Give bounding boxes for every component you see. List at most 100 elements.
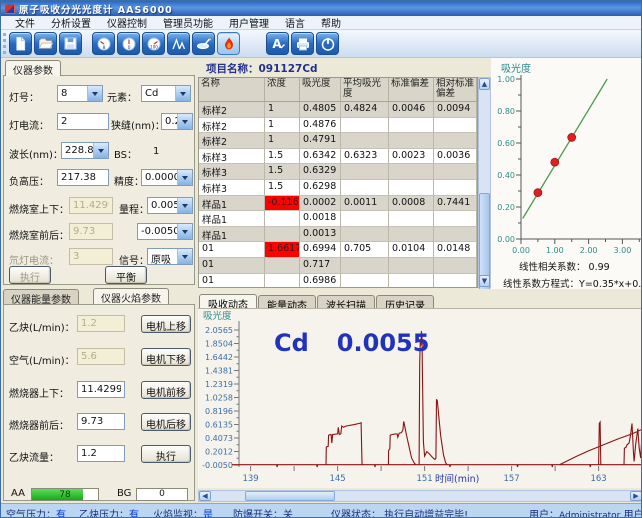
burner-adjust-button[interactable] xyxy=(192,32,215,55)
corr-coef-line: 线性相关系数： 0.99 xyxy=(519,259,610,273)
table-row[interactable]: 011.66170.69940.7050.01040.0148 xyxy=(199,242,477,258)
range2-select[interactable]: -0.0050 xyxy=(137,223,193,240)
chevron-down-icon[interactable] xyxy=(177,249,192,264)
col-std-dev[interactable]: 标准偏差 xyxy=(389,78,434,101)
flame-row-button[interactable]: 电机前移 xyxy=(141,381,191,399)
dynamics-scroll-thumb[interactable] xyxy=(245,491,335,501)
menu-file[interactable]: 文件 xyxy=(7,15,43,30)
lamp-no-select[interactable]: 8 xyxy=(57,85,103,102)
lamp-gauge-icon: 8 xyxy=(96,36,112,52)
flame-row-button[interactable]: 电机上移 xyxy=(141,315,191,333)
svg-text:0.8196: 0.8196 xyxy=(205,407,233,416)
save-button[interactable] xyxy=(59,32,82,55)
table-row[interactable]: 标样210.4791 xyxy=(199,133,477,149)
power-button[interactable] xyxy=(316,32,339,55)
table-row[interactable]: 样品1-0.11640.00020.00110.00080.7441 xyxy=(199,196,477,212)
range-select[interactable]: 0.0050 xyxy=(147,197,193,214)
printer-button[interactable] xyxy=(291,32,314,55)
svg-text:2.00: 2.00 xyxy=(580,246,598,255)
chevron-down-icon[interactable] xyxy=(177,224,192,239)
balance-button[interactable]: 平衡 xyxy=(105,266,147,284)
table-row[interactable]: 样品10.0018 xyxy=(199,211,477,227)
chevron-down-icon[interactable] xyxy=(177,198,192,213)
chevron-down-icon[interactable] xyxy=(93,143,108,158)
menu-instrument-control[interactable]: 仪器控制 xyxy=(99,15,155,30)
tab-instrument-params[interactable]: 仪器参数 xyxy=(5,60,61,76)
table-cell: 0.717 xyxy=(300,258,341,274)
peak-scan-button[interactable] xyxy=(167,32,190,55)
svg-text:0.00: 0.00 xyxy=(512,246,530,255)
signal-select[interactable]: 原吸 xyxy=(147,248,193,265)
flame-row-button[interactable]: 执行 xyxy=(141,445,191,463)
hv-input[interactable] xyxy=(57,169,109,186)
status-user: 用户：Administrator 用户类型：Administrator xyxy=(529,506,642,518)
table-row[interactable]: 010.717 xyxy=(199,258,477,274)
col-absorbance[interactable]: 吸光度 xyxy=(300,78,341,101)
element-select[interactable]: Cd xyxy=(141,85,191,102)
table-row[interactable]: 标样31.50.6329 xyxy=(199,164,477,180)
chevron-down-icon[interactable] xyxy=(87,86,102,101)
table-cell xyxy=(265,258,300,274)
precision-select[interactable]: 0.0000 xyxy=(141,169,193,186)
wavelength-select[interactable]: 228.8 xyxy=(61,142,109,159)
table-cell: 1.5 xyxy=(265,180,300,196)
table-row[interactable]: 标样31.50.6298 xyxy=(199,180,477,196)
table-cell: 0.6329 xyxy=(300,164,341,180)
menu-user-management[interactable]: 用户管理 xyxy=(221,15,277,30)
col-rel-std-dev[interactable]: 相对标准偏差 xyxy=(434,78,477,101)
table-row[interactable]: 标样31.50.63420.63230.00230.0036 xyxy=(199,149,477,165)
chevron-down-icon[interactable] xyxy=(177,170,192,185)
app-icon xyxy=(5,4,15,14)
table-cell xyxy=(341,211,389,227)
lamp-current-input[interactable] xyxy=(57,113,109,130)
title-bar[interactable]: 原子吸收分光光度计 AAS6000 xyxy=(1,1,642,16)
slit-select[interactable]: 0.2 xyxy=(161,113,193,130)
lamp-gauge-button[interactable]: 8 xyxy=(92,32,115,55)
flame-ignite-button[interactable] xyxy=(217,32,240,55)
table-row[interactable]: 样品10.0013 xyxy=(199,227,477,243)
scroll-up-icon[interactable]: ▲ xyxy=(479,78,490,90)
chevron-down-icon[interactable] xyxy=(175,86,190,101)
scroll-down-icon[interactable]: ▼ xyxy=(479,275,490,287)
table-cell xyxy=(389,258,434,274)
execute-button[interactable]: 执行 xyxy=(9,266,51,284)
flame-row-label: 乙炔流量： xyxy=(9,449,59,464)
table-cell: 01 xyxy=(199,274,265,288)
tab-energy-params[interactable]: 仪器能量参数 xyxy=(3,289,79,304)
open-file-button[interactable] xyxy=(34,32,57,55)
chevron-down-icon[interactable] xyxy=(177,114,192,129)
menu-analysis-settings[interactable]: 分析设置 xyxy=(43,15,99,30)
scroll-right-icon[interactable]: ▶ xyxy=(630,491,642,501)
flame-row-button[interactable]: 电机下移 xyxy=(141,348,191,366)
calibration-panel: 吸光度 0.000.200.400.600.801.000.001.002.00… xyxy=(491,58,642,301)
col-concentration[interactable]: 浓度 xyxy=(265,78,300,101)
gain-gauge-button[interactable]: 100 xyxy=(142,32,165,55)
table-row[interactable]: 标样210.48050.48240.00460.0094 xyxy=(199,102,477,118)
flame-row-input[interactable] xyxy=(77,413,125,430)
tab-flame-params[interactable]: 仪器火焰参数 xyxy=(93,288,169,304)
flame-row-input[interactable] xyxy=(77,381,125,398)
table-cell: 标样2 xyxy=(199,102,265,118)
flame-row-button[interactable]: 电机后移 xyxy=(141,413,191,431)
svg-text:0.80: 0.80 xyxy=(497,107,515,116)
autosampler-button[interactable]: A xyxy=(266,32,289,55)
svg-text:1.4381: 1.4381 xyxy=(205,366,233,375)
flame-row-input[interactable] xyxy=(77,445,125,462)
energy-gauge-button[interactable]: 0 xyxy=(117,32,140,55)
table-cell xyxy=(434,274,477,288)
new-file-button[interactable] xyxy=(9,32,32,55)
table-row[interactable]: 010.6986 xyxy=(199,274,477,288)
col-avg-absorbance[interactable]: 平均吸光度 xyxy=(341,78,389,101)
scroll-left-icon[interactable]: ◀ xyxy=(199,491,211,501)
menu-language[interactable]: 语言 xyxy=(277,15,313,30)
flame-row-label: 燃烧器上下： xyxy=(9,385,69,400)
col-name[interactable]: 名称 xyxy=(199,78,265,101)
table-cell: 0.4805 xyxy=(300,102,341,118)
energy-gauge-icon: 0 xyxy=(121,36,137,52)
menu-admin-functions[interactable]: 管理员功能 xyxy=(155,15,221,30)
menu-help[interactable]: 帮助 xyxy=(313,15,349,30)
calibration-point xyxy=(568,133,576,141)
dynamics-scrollbar[interactable]: ◀ ▶ xyxy=(198,490,642,502)
table-scrollbar[interactable]: ▲ ▼ xyxy=(478,77,491,288)
table-row[interactable]: 标样210.4876 xyxy=(199,118,477,134)
